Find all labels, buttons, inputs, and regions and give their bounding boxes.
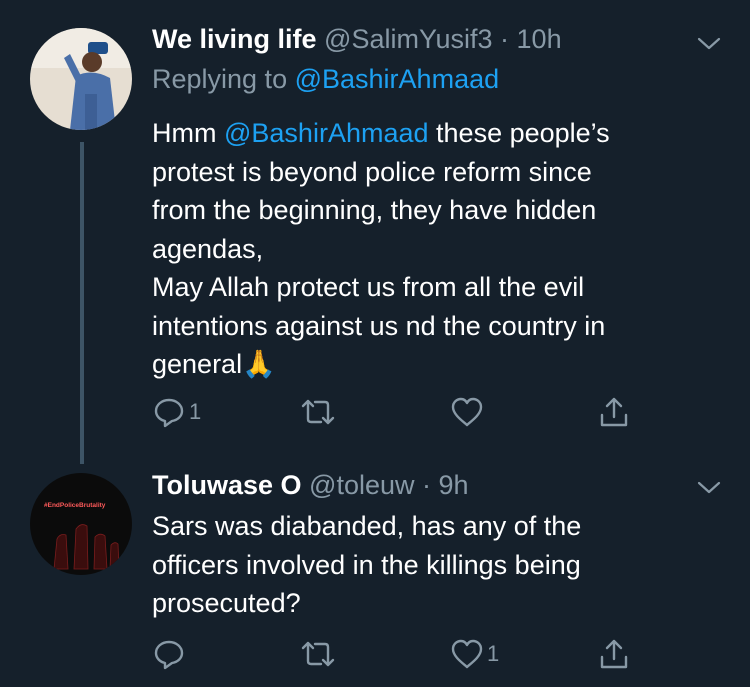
tweet-2[interactable]: #EndPoliceBrutality Toluwase O @toleuw ·… [0, 460, 750, 687]
folded-hands-emoji: 🙏 [242, 349, 276, 379]
user-handle[interactable]: @SalimYusif3 [324, 24, 492, 54]
tweet-text-line: officers involved in the killings being [152, 549, 581, 580]
tweet-text-line: from the beginning, they have hidden [152, 195, 597, 225]
user-handle[interactable]: @toleuw [309, 470, 414, 500]
replying-to: Replying to @BashirAhmaad [152, 64, 499, 95]
text-segment: general [152, 349, 243, 379]
text-segment: Hmm [152, 118, 217, 148]
avatar-hashtag: #EndPoliceBrutality [44, 502, 106, 509]
tweet-text-line: intentions against us nd the country in [152, 310, 606, 341]
retweet-button[interactable] [300, 394, 339, 430]
timestamp[interactable]: · 10h [500, 24, 562, 54]
avatar[interactable]: #EndPoliceBrutality [30, 473, 132, 575]
text-segment: these people’s [436, 118, 610, 148]
share-icon [600, 397, 628, 427]
tweet-text: Sars was diabanded, has any of the offic… [152, 507, 712, 623]
replying-to-label: Replying to [152, 64, 288, 94]
retweet-icon [301, 641, 335, 667]
tweet-header: We living life @SalimYusif3 · 10h [152, 24, 562, 55]
tweet-text-line: May Allah protect us from all the evil [152, 272, 585, 302]
tweet-text-line: general🙏 [152, 345, 712, 384]
like-count: 1 [487, 641, 500, 666]
avatar-photo [30, 28, 132, 130]
tweet-text-line: protest is beyond police reform since [152, 156, 592, 187]
tweet-header: Toluwase O @toleuw · 9h [152, 470, 469, 501]
like-icon [451, 397, 483, 427]
retweet-icon [301, 399, 335, 425]
like-button[interactable]: 1 [450, 636, 499, 672]
tweet-text-line: Hmm @BashirAhmaad these people’s [152, 114, 712, 153]
like-icon [451, 639, 483, 669]
avatar-photo: #EndPoliceBrutality [30, 473, 132, 575]
reply-icon [154, 640, 184, 670]
share-button[interactable] [598, 636, 630, 672]
reply-icon [154, 398, 184, 428]
avatar[interactable] [30, 28, 132, 130]
tweet-text: Hmm @BashirAhmaad these people’s protest… [152, 114, 712, 384]
mention-link[interactable]: @BashirAhmaad [224, 118, 429, 148]
reply-count: 1 [189, 399, 202, 424]
retweet-button[interactable] [300, 636, 339, 672]
reply-button[interactable] [152, 636, 189, 672]
tweet-text-line: agendas, [152, 233, 264, 264]
tweet-text-line: Sars was diabanded, has any of the [152, 511, 582, 541]
like-button[interactable] [450, 394, 487, 430]
share-icon [600, 639, 628, 669]
chevron-down-icon[interactable] [696, 34, 722, 54]
display-name[interactable]: We living life [152, 24, 317, 54]
replying-to-handle[interactable]: @BashirAhmaad [295, 64, 500, 94]
share-button[interactable] [598, 394, 630, 430]
display-name[interactable]: Toluwase O [152, 470, 302, 500]
reply-button[interactable]: 1 [152, 394, 201, 430]
chevron-down-icon[interactable] [696, 478, 722, 498]
tweet-actions: 1 [152, 394, 652, 434]
thread-line [80, 142, 84, 464]
tweet-1[interactable]: We living life @SalimYusif3 · 10h Replyi… [0, 0, 750, 464]
tweet-actions: 1 [152, 636, 652, 676]
tweet-text-line: prosecuted? [152, 588, 301, 618]
timestamp[interactable]: · 9h [422, 470, 469, 500]
